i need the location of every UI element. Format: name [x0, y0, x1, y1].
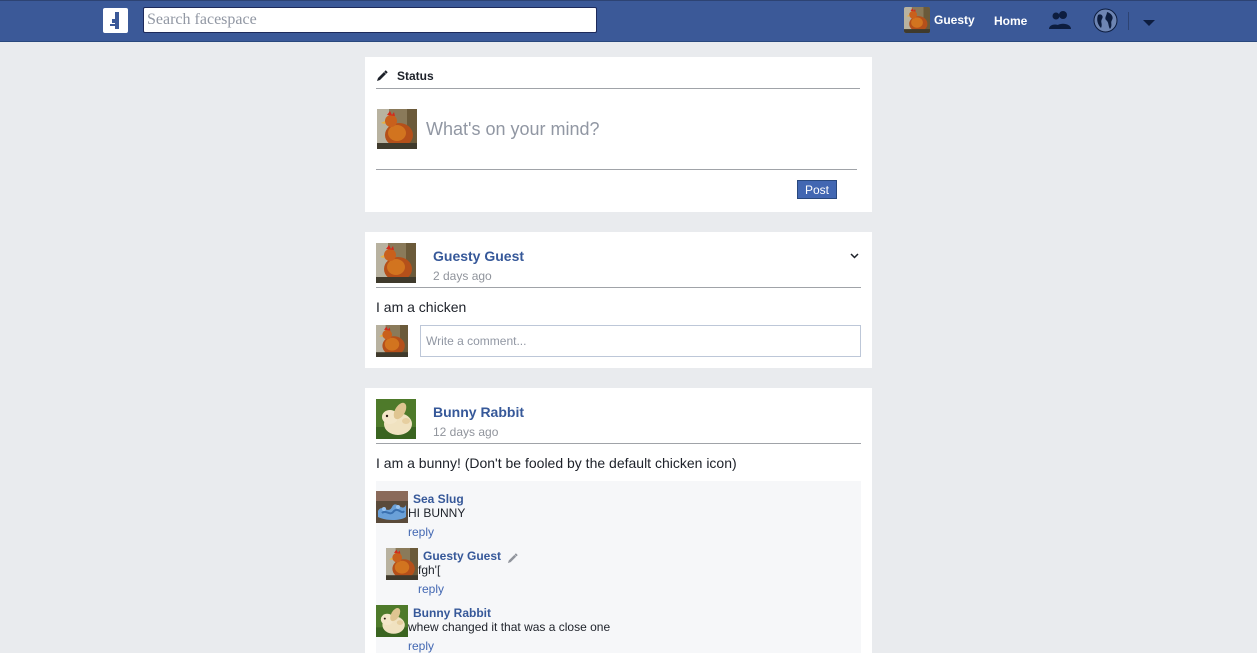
comment-author[interactable]: Bunny Rabbit	[413, 606, 491, 620]
comment-author[interactable]: Sea Slug	[413, 492, 464, 506]
post: Bunny Rabbit 12 days ago I am a bunny! (…	[365, 388, 872, 653]
comment-author[interactable]: Guesty Guest	[423, 549, 501, 563]
avatar[interactable]	[376, 605, 408, 637]
post-body: I am a chicken	[376, 299, 467, 315]
edit-pencil-icon[interactable]	[507, 551, 518, 567]
status-composer: Status Post	[365, 57, 872, 212]
post-timestamp: 2 days ago	[433, 269, 492, 283]
post-author[interactable]: Guesty Guest	[433, 248, 524, 264]
caret-down-icon[interactable]	[1143, 15, 1155, 31]
divider	[376, 169, 857, 170]
friends-icon[interactable]	[1047, 10, 1073, 33]
avatar[interactable]	[376, 491, 408, 523]
comment-list: Sea Slug HI BUNNY reply Guesty Guest fgh…	[376, 481, 861, 653]
comment-text: fgh'[	[418, 563, 441, 577]
profile-link[interactable]: Guesty	[904, 7, 975, 33]
reply-link[interactable]: reply	[408, 639, 434, 653]
home-link[interactable]: Home	[994, 14, 1027, 28]
post-author[interactable]: Bunny Rabbit	[433, 404, 524, 420]
top-navigation-bar: Guesty Home	[0, 0, 1257, 42]
divider	[376, 443, 861, 444]
comment-input[interactable]	[420, 325, 861, 357]
comment-text: whew changed it that was a close one	[408, 620, 611, 634]
post-body: I am a bunny! (Don't be fooled by the de…	[376, 455, 737, 471]
comment-text: HI BUNNY	[408, 506, 466, 520]
profile-name: Guesty	[934, 13, 975, 27]
reply-link[interactable]: reply	[418, 582, 444, 596]
post-timestamp: 12 days ago	[433, 425, 499, 439]
composer-header: Status	[376, 69, 860, 89]
search-input[interactable]	[143, 7, 597, 33]
avatar[interactable]	[376, 243, 416, 283]
nav-divider	[1128, 12, 1129, 30]
chevron-down-icon[interactable]	[850, 246, 859, 262]
divider	[376, 287, 861, 288]
pencil-icon	[376, 69, 390, 83]
reply-link[interactable]: reply	[408, 525, 434, 539]
avatar[interactable]	[386, 548, 418, 580]
avatar	[376, 325, 408, 357]
avatar	[904, 7, 930, 33]
globe-icon[interactable]	[1093, 8, 1118, 36]
logo-icon[interactable]	[103, 8, 128, 33]
post-button[interactable]: Post	[797, 180, 837, 199]
post: Guesty Guest 2 days ago I am a chicken	[365, 232, 872, 368]
status-input[interactable]	[426, 115, 846, 143]
composer-title: Status	[397, 69, 434, 83]
avatar[interactable]	[376, 399, 416, 439]
avatar	[377, 109, 417, 149]
